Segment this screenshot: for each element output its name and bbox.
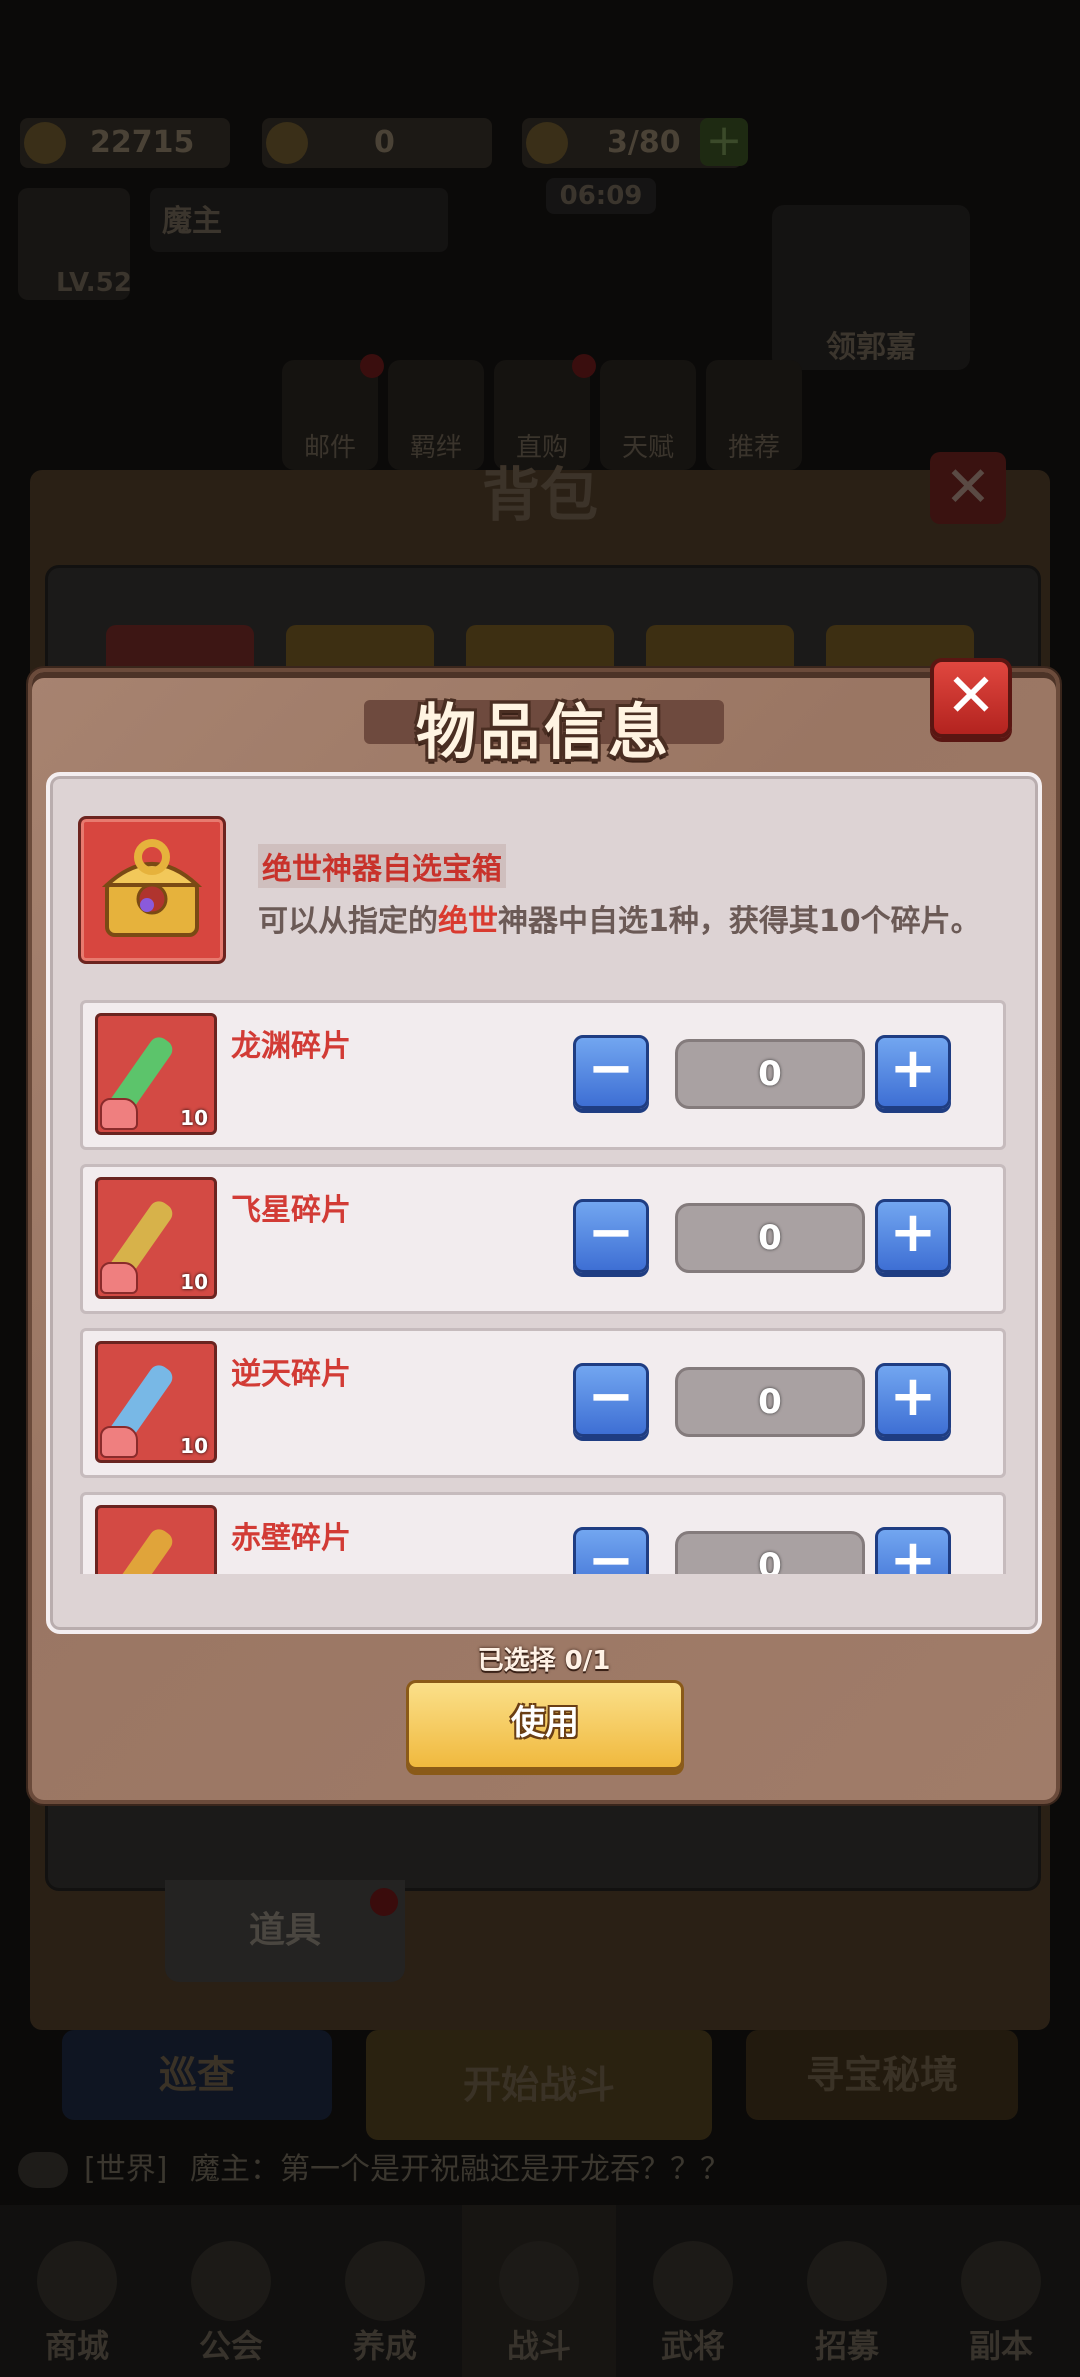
bottom-nav: 商城 公会 养成 战斗 武将 招募 副本	[0, 2205, 1080, 2377]
nav-label: 副本	[968, 2327, 1033, 2365]
use-button[interactable]: 使用	[406, 1680, 684, 1770]
fragment-row: 10 赤壁碎片 − 0 +	[80, 1492, 1006, 1574]
notify-dot	[370, 1888, 398, 1916]
dungeon-icon	[961, 2241, 1041, 2321]
nav-develop[interactable]: 养成	[308, 2205, 462, 2377]
chat-bar[interactable]: [世界] 魔主：第一个是开祝融还是开龙吞？？？	[0, 2140, 1080, 2200]
fragment-name: 逆天碎片	[231, 1357, 351, 1392]
plus-button[interactable]: +	[875, 1199, 951, 1273]
chat-channel: [世界]	[84, 2152, 168, 2187]
treasure-button[interactable]: 寻宝秘境	[746, 2030, 1018, 2120]
patrol-button[interactable]: 巡查	[62, 2030, 332, 2120]
npc-portrait[interactable]: 领郭嘉	[772, 205, 970, 370]
gold-counter: 22715	[20, 118, 230, 168]
tab-props[interactable]: 道具	[165, 1880, 405, 1982]
notify-dot	[572, 354, 596, 378]
shop-icon	[37, 2241, 117, 2321]
desc-highlight: 绝世	[438, 904, 498, 939]
fragment-count: 10	[180, 1270, 208, 1294]
treasure-chest-graphic	[101, 839, 203, 937]
fragment-name: 龙渊碎片	[231, 1029, 351, 1064]
bag-close-icon[interactable]: ✕	[930, 452, 1006, 524]
quantity-field[interactable]: 0	[675, 1203, 865, 1273]
minus-button[interactable]: −	[573, 1527, 649, 1574]
nav-battle[interactable]: 战斗	[462, 2205, 616, 2377]
fragment-chip-icon	[100, 1426, 138, 1458]
nav-shop[interactable]: 商城	[0, 2205, 154, 2377]
item-description: 可以从指定的绝世神器中自选1种，获得其10个碎片。	[258, 896, 981, 940]
close-icon[interactable]: ✕	[930, 658, 1012, 738]
gold-value: 22715	[90, 125, 195, 160]
quantity-field[interactable]: 0	[675, 1367, 865, 1437]
modal-title: 物品信息	[416, 698, 672, 768]
bag-title: 背包	[481, 461, 598, 529]
nav-dungeon[interactable]: 副本	[924, 2205, 1078, 2377]
fragment-count: 10	[180, 1434, 208, 1458]
fragment-count: 10	[180, 1106, 208, 1130]
sword-fragment-icon: 10	[95, 1341, 217, 1463]
fragment-row: 10 飞星碎片 − 0 +	[80, 1164, 1006, 1314]
nav-label: 公会	[198, 2327, 263, 2365]
nav-generals[interactable]: 武将	[616, 2205, 770, 2377]
nav-label: 战斗	[506, 2327, 571, 2365]
npc-label: 领郭嘉	[826, 330, 916, 365]
plus-button[interactable]: +	[875, 1527, 951, 1574]
notify-dot	[360, 354, 384, 378]
blade-shape	[103, 1525, 177, 1574]
nav-label: 商城	[44, 2327, 109, 2365]
generals-icon	[653, 2241, 733, 2321]
ticket-icon	[266, 122, 308, 164]
nav-label: 武将	[660, 2327, 725, 2365]
desc-suffix: 神器中自选1种，获得其10个碎片。	[498, 904, 981, 939]
fragment-name: 飞星碎片	[231, 1193, 351, 1228]
add-stamina-icon[interactable]: +	[700, 118, 748, 166]
develop-icon	[345, 2241, 425, 2321]
sword-fragment-icon: 10	[95, 1177, 217, 1299]
gold-icon	[24, 122, 66, 164]
treasure-chest-icon	[78, 816, 226, 964]
chat-icon	[18, 2152, 68, 2188]
sword-fragment-icon: 10	[95, 1013, 217, 1135]
nav-label: 招募	[814, 2327, 879, 2365]
minus-button[interactable]: −	[573, 1035, 649, 1109]
start-battle-button[interactable]: 开始战斗	[366, 2030, 712, 2140]
fragment-list[interactable]: 10 龙渊碎片 − 0 + 10 飞星碎片 − 0 + 10 逆天碎片 − 0 …	[80, 1000, 1010, 1574]
recruit-icon	[807, 2241, 887, 2321]
fragment-name: 赤壁碎片	[231, 1521, 351, 1556]
ticket-value: 0	[374, 125, 395, 160]
quantity-field[interactable]: 0	[675, 1531, 865, 1574]
fragment-row: 10 龙渊碎片 − 0 +	[80, 1000, 1006, 1150]
fragment-row: 10 逆天碎片 − 0 +	[80, 1328, 1006, 1478]
nav-guild[interactable]: 公会	[154, 2205, 308, 2377]
fragment-chip-icon	[100, 1262, 138, 1294]
timer: 06:09	[546, 178, 656, 214]
stamina-icon	[526, 122, 568, 164]
ticket-counter: 0	[262, 118, 492, 168]
desc-prefix: 可以从指定的	[258, 904, 438, 939]
nav-label: 养成	[352, 2327, 417, 2365]
sword-fragment-icon: 10	[95, 1505, 217, 1574]
battle-icon	[499, 2241, 579, 2321]
item-name: 绝世神器自选宝箱	[258, 844, 506, 888]
player-name: 魔主	[162, 204, 222, 239]
guild-icon	[191, 2241, 271, 2321]
minus-button[interactable]: −	[573, 1363, 649, 1437]
selected-count: 已选择 0/1	[477, 1646, 611, 1676]
plus-button[interactable]: +	[875, 1035, 951, 1109]
player-name-bar: 魔主	[150, 188, 448, 252]
chat-message: 魔主：第一个是开祝融还是开龙吞？？？	[190, 2152, 730, 2187]
modal-content: 绝世神器自选宝箱 可以从指定的绝世神器中自选1种，获得其10个碎片。 10 龙渊…	[46, 772, 1042, 1634]
item-info-modal: 物品信息 ✕ 绝世神器自选宝箱 可以从指定的绝世神器中自选1种，获得其10个碎片…	[28, 658, 1060, 1804]
fragment-chip-icon	[100, 1098, 138, 1130]
stamina-value: 3/80	[607, 125, 681, 160]
player-level: LV.52	[56, 268, 132, 298]
nav-recruit[interactable]: 招募	[770, 2205, 924, 2377]
plus-button[interactable]: +	[875, 1363, 951, 1437]
quantity-field[interactable]: 0	[675, 1039, 865, 1109]
minus-button[interactable]: −	[573, 1199, 649, 1273]
